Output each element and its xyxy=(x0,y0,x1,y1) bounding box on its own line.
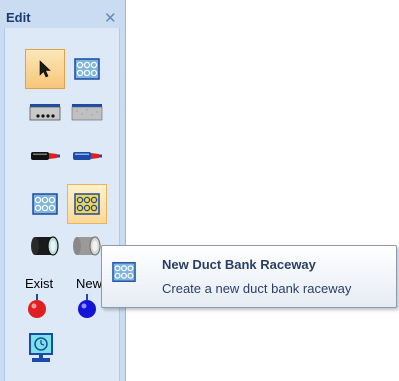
tooltip-title: New Duct Bank Raceway xyxy=(162,257,316,272)
duct-bank-grid-icon xyxy=(74,58,100,80)
new-duct-bank-raceway-button[interactable] xyxy=(67,184,107,224)
arrow-pointer-icon xyxy=(39,60,51,78)
cable-blue-button[interactable] xyxy=(67,136,107,176)
close-icon[interactable]: ✕ xyxy=(104,9,117,27)
red-ball-icon xyxy=(28,294,46,318)
new-duct-bank-raceway-icon xyxy=(112,262,136,282)
tooltip-description: Create a new duct bank raceway xyxy=(162,281,352,296)
blue-ball-icon xyxy=(78,294,96,318)
monitor-button[interactable] xyxy=(24,328,58,368)
duct-bank-grid-button[interactable] xyxy=(67,49,107,89)
conduit-dark-button[interactable] xyxy=(25,226,65,266)
exist-marker-button[interactable] xyxy=(20,292,54,322)
exist-label: Exist xyxy=(25,276,54,291)
tooltip: New Duct Bank Raceway Create a new duct … xyxy=(101,245,397,308)
cable-red-button[interactable] xyxy=(25,136,65,176)
new-marker-button[interactable] xyxy=(70,292,104,322)
cable-blue-tip-icon xyxy=(73,152,102,160)
flat-trench-icon xyxy=(71,104,103,121)
flat-trench-button[interactable] xyxy=(67,92,107,132)
duct-bank-raceway-button[interactable] xyxy=(25,184,65,224)
new-duct-bank-raceway-icon xyxy=(74,193,100,215)
dotted-trench-button[interactable] xyxy=(25,92,65,132)
dotted-trench-icon xyxy=(29,104,61,121)
page: Edit ✕ Exist New New Duct Bank Raceway C… xyxy=(0,0,399,381)
conduit-dark-icon xyxy=(31,236,59,256)
cable-red-tip-icon xyxy=(31,152,60,160)
conduit-light-icon xyxy=(73,236,101,256)
new-label: New xyxy=(76,276,103,291)
panel-title: Edit xyxy=(6,10,31,25)
duct-bank-raceway-icon xyxy=(32,193,58,215)
monitor-icon xyxy=(29,333,53,362)
select-tool-button[interactable] xyxy=(25,49,65,89)
edit-panel: Edit ✕ Exist New xyxy=(0,0,126,381)
